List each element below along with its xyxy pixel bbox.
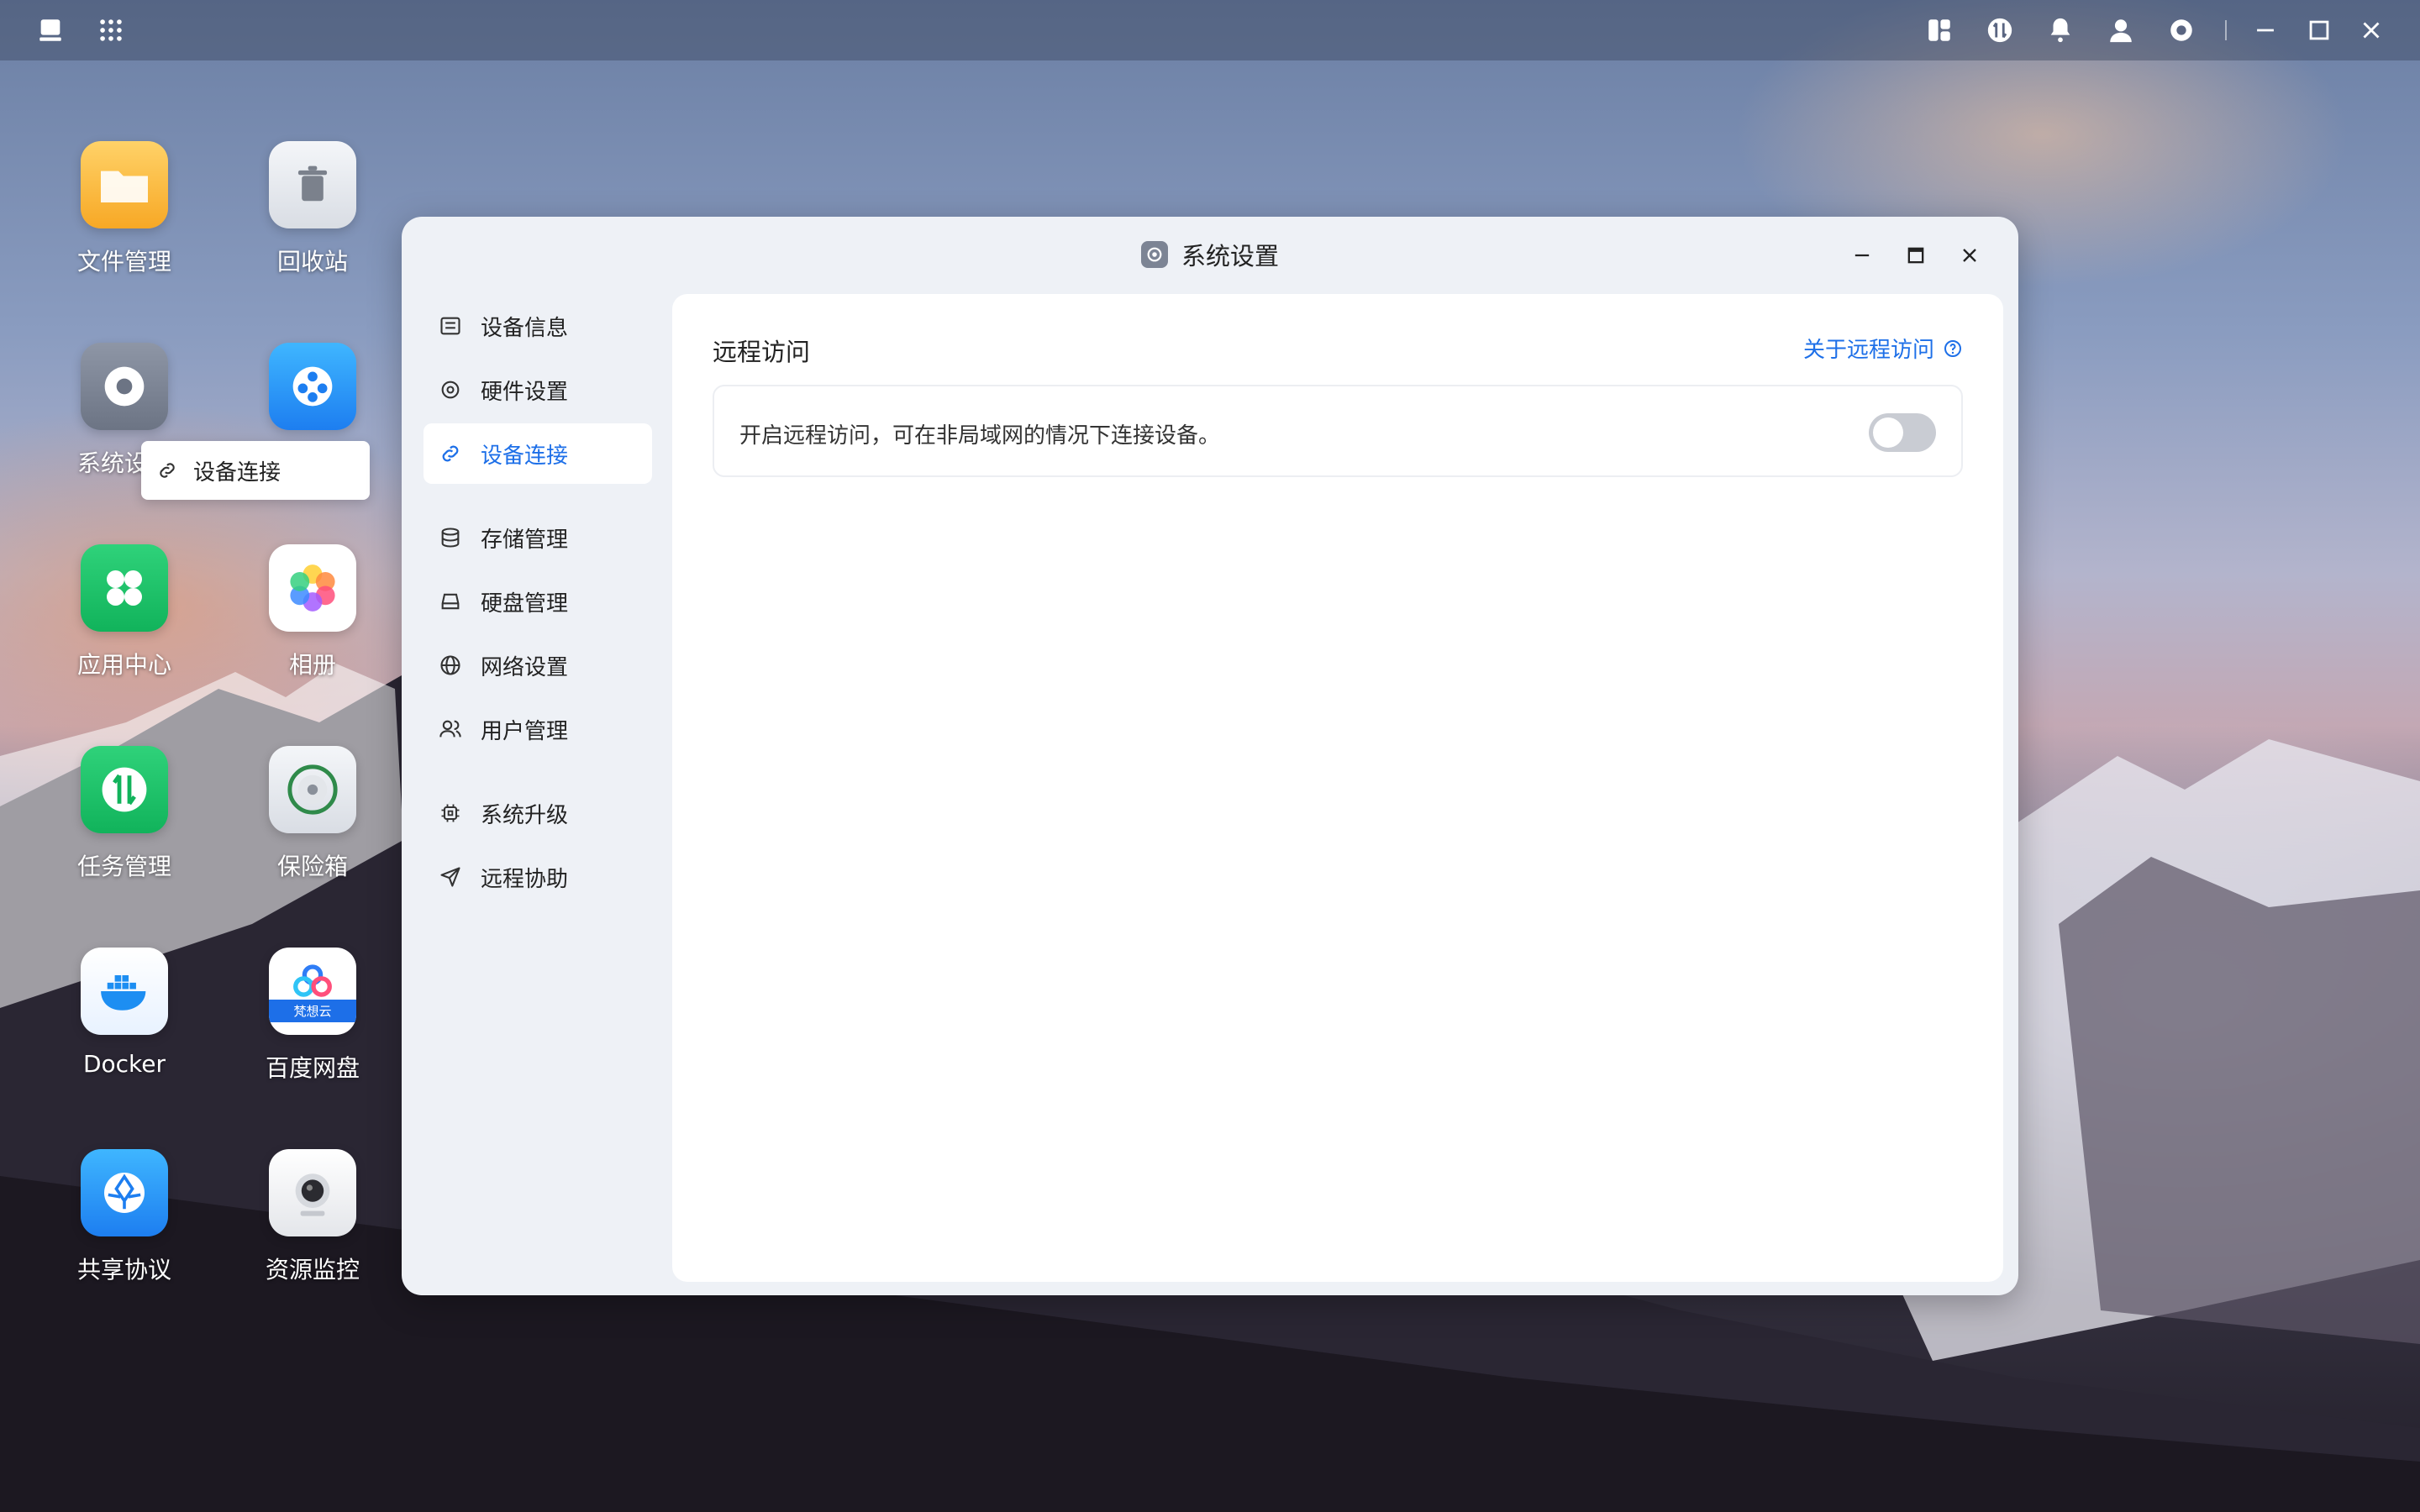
- desktop-icon-task-manager[interactable]: 任务管理: [40, 746, 208, 882]
- sidebar-item-device-connection[interactable]: 设备连接: [424, 423, 652, 484]
- desktop-icon-baidu-netdisk[interactable]: 梵想云 百度网盘: [229, 948, 397, 1084]
- folder-icon: [81, 141, 168, 228]
- sidebar-item-remote-assist[interactable]: 远程协助: [424, 847, 652, 907]
- bell-icon[interactable]: [2044, 13, 2077, 47]
- desktop-icon-label: Docker: [82, 1050, 166, 1078]
- settings-window: 系统设置 设备信息 硬件设置 设备连接 存储管理 硬盘管理 网络设置 用户管理 …: [402, 217, 2018, 1295]
- desktop-icon-share-protocol[interactable]: 共享协议: [40, 1149, 208, 1285]
- gear-icon[interactable]: [2165, 13, 2198, 47]
- about-link-text: 关于远程访问: [1802, 338, 1934, 363]
- minimize-icon[interactable]: [1847, 240, 1877, 270]
- storage-icon: [441, 528, 460, 548]
- trash-icon: [269, 141, 356, 228]
- desktop-icon-label: 共享协议: [76, 1256, 171, 1284]
- desktop-icon-resource-monitor[interactable]: 资源监控: [229, 1149, 397, 1285]
- photos-icon: [269, 544, 356, 632]
- link-icon: [160, 463, 175, 478]
- desktop-icon-app-center[interactable]: 应用中心: [40, 544, 208, 680]
- user-icon[interactable]: [2104, 13, 2138, 47]
- sidebar-item-hardware[interactable]: 硬件设置: [424, 360, 652, 420]
- sidebar-item-upgrade[interactable]: 系统升级: [424, 783, 652, 843]
- baidu-netdisk-icon: 梵想云: [269, 948, 356, 1035]
- content-panel: 远程访问 关于远程访问 开启远程访问，可在非局域网的情况下连接设备。: [672, 294, 2003, 1282]
- app-center-icon: [81, 544, 168, 632]
- taskbar: [0, 0, 2420, 60]
- sidebar: 设备信息 硬件设置 设备连接 存储管理 硬盘管理 网络设置 用户管理 系统升级 …: [424, 296, 652, 911]
- sidebar-item-disk[interactable]: 硬盘管理: [424, 571, 652, 632]
- about-remote-access-link[interactable]: 关于远程访问: [1803, 333, 1963, 364]
- settings-icon: [1140, 241, 1168, 268]
- camera-icon: [269, 1149, 356, 1236]
- send-icon: [440, 867, 460, 887]
- close-icon[interactable]: [2354, 13, 2388, 47]
- settings-icon: [81, 343, 168, 430]
- globe-icon: [440, 655, 460, 675]
- desktop-icon-safe[interactable]: 保险箱: [229, 746, 397, 882]
- share-protocol-icon: [81, 1149, 168, 1236]
- maximize-icon[interactable]: [1901, 240, 1931, 270]
- desktop-icon-label: 百度网盘: [265, 1054, 360, 1082]
- desktop-icon-trash[interactable]: 回收站: [229, 141, 397, 277]
- remote-access-card: 开启远程访问，可在非局域网的情况下连接设备。: [713, 385, 1963, 477]
- sidebar-item-label: 远程协助: [481, 866, 569, 892]
- desktop-icon-video[interactable]: [229, 343, 397, 430]
- task-icon[interactable]: [1983, 13, 2017, 47]
- remote-access-toggle[interactable]: [1869, 413, 1936, 452]
- device-info-icon: [440, 317, 460, 335]
- desktop-icon-label: 相册: [288, 651, 336, 679]
- app-grid-icon[interactable]: [94, 13, 128, 47]
- video-icon: [269, 343, 356, 430]
- maximize-icon[interactable]: [2302, 13, 2336, 47]
- desktop-icon-photos[interactable]: 相册: [229, 544, 397, 680]
- link-icon: [442, 445, 459, 462]
- minimize-icon[interactable]: [2249, 13, 2282, 47]
- sidebar-item-label: 硬盘管理: [481, 591, 569, 617]
- sidebar-item-label: 网络设置: [481, 654, 569, 680]
- desktop-icon-label: 任务管理: [76, 853, 171, 880]
- sidebar-item-label: 设备连接: [481, 443, 569, 469]
- desktop-icon[interactable]: [34, 13, 67, 47]
- sidebar-item-label: 用户管理: [481, 718, 569, 744]
- baidu-badge: 梵想云: [269, 999, 356, 1022]
- sidebar-item-storage[interactable]: 存储管理: [424, 507, 652, 568]
- chip-icon: [441, 804, 460, 822]
- desktop-icon-label: 保险箱: [276, 853, 348, 880]
- docker-icon: [81, 948, 168, 1035]
- toggle-knob: [1873, 417, 1903, 448]
- tooltip: 设备连接: [141, 441, 370, 500]
- disk-icon: [441, 593, 460, 610]
- taskbar-divider: [2225, 20, 2227, 40]
- sidebar-item-label: 系统升级: [481, 802, 569, 828]
- tooltip-text: 设备连接: [193, 459, 281, 486]
- task-manager-icon: [81, 746, 168, 833]
- close-icon[interactable]: [1954, 240, 1985, 270]
- help-icon: [1944, 339, 1961, 357]
- desktop-icon-label: 回收站: [276, 248, 348, 276]
- sidebar-item-label: 硬件设置: [481, 379, 569, 405]
- desktop-icon-label: 应用中心: [76, 651, 171, 679]
- widget-icon[interactable]: [1923, 13, 1956, 47]
- sidebar-item-device-info[interactable]: 设备信息: [424, 296, 652, 356]
- desktop-icon-docker[interactable]: Docker: [40, 948, 208, 1078]
- section-title: 远程访问: [713, 338, 811, 366]
- users-icon: [439, 720, 461, 738]
- window-title: 系统设置: [1181, 242, 1279, 270]
- sidebar-item-label: 设备信息: [481, 315, 569, 341]
- desktop-icon-label: 资源监控: [265, 1256, 360, 1284]
- safe-icon: [269, 746, 356, 833]
- desktop-icon-file-manager[interactable]: 文件管理: [40, 141, 208, 277]
- desktop-icon-label: 文件管理: [76, 248, 171, 276]
- hardware-icon: [441, 381, 460, 399]
- sidebar-item-label: 存储管理: [481, 527, 569, 553]
- window-titlebar[interactable]: 系统设置: [402, 217, 2018, 292]
- sidebar-item-users[interactable]: 用户管理: [424, 699, 652, 759]
- sidebar-item-network[interactable]: 网络设置: [424, 635, 652, 696]
- remote-access-description: 开启远程访问，可在非局域网的情况下连接设备。: [739, 423, 1221, 449]
